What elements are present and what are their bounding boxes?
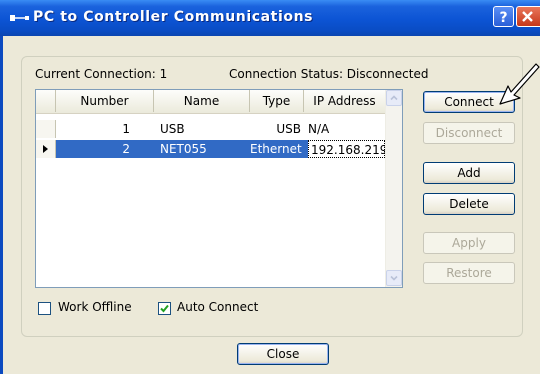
restore-button[interactable]: Restore (423, 262, 515, 284)
add-button[interactable]: Add (423, 162, 515, 184)
column-header-type[interactable]: Type (250, 90, 304, 112)
work-offline-checkbox[interactable] (38, 302, 51, 315)
cell-name: USB (160, 122, 185, 136)
scroll-up-button[interactable] (386, 90, 402, 106)
window-title: PC to Controller Communications (33, 9, 314, 25)
table-row-selected[interactable]: 2 NET055 Ethernet 192.168.219.55 (36, 140, 402, 158)
current-connection-label: Current Connection: 1 (35, 67, 168, 81)
delete-button[interactable]: Delete (423, 193, 515, 215)
work-offline-label[interactable]: Work Offline (58, 300, 132, 314)
cell-ip-address: N/A (308, 122, 330, 136)
current-row-indicator-icon (43, 145, 48, 153)
svg-text:?: ? (499, 10, 507, 26)
disconnect-button[interactable]: Disconnect (423, 122, 515, 144)
scroll-down-button[interactable] (386, 270, 402, 286)
connection-status-label: Connection Status: Disconnected (229, 67, 429, 81)
auto-connect-label[interactable]: Auto Connect (177, 300, 258, 314)
close-button[interactable]: Close (237, 343, 329, 365)
table-vertical-scrollbar[interactable] (385, 90, 402, 287)
cell-name: NET055 (160, 142, 207, 156)
cell-ip-address[interactable]: 192.168.219.55 (308, 140, 402, 158)
header-gutter (36, 90, 56, 112)
table-header: Number Name Type IP Address (36, 90, 385, 114)
apply-button[interactable]: Apply (423, 232, 515, 254)
dialog-window: PC to Controller Communications ? Curren… (0, 0, 540, 374)
cell-number: 2 (122, 142, 130, 156)
connections-table[interactable]: Number Name Type IP Address 1 USB USB N/… (35, 89, 403, 288)
pointer-arrow-icon (499, 63, 540, 105)
title-bar[interactable]: PC to Controller Communications ? (0, 0, 540, 36)
row-gutter (36, 120, 56, 138)
help-button[interactable]: ? (493, 6, 514, 27)
window-frame-left (0, 36, 3, 374)
close-icon (522, 11, 533, 22)
cell-type: USB (276, 122, 301, 136)
help-icon: ? (499, 10, 507, 26)
column-header-ip-address[interactable]: IP Address (304, 90, 385, 112)
chevron-down-icon (390, 275, 398, 281)
checkmark-icon (160, 304, 169, 313)
table-row[interactable]: 1 USB USB N/A (36, 120, 385, 138)
auto-connect-checkbox[interactable] (158, 302, 171, 315)
column-header-name[interactable]: Name (154, 90, 250, 112)
chevron-up-icon (390, 95, 398, 101)
connection-icon (10, 15, 29, 21)
row-gutter (36, 140, 56, 158)
cell-type: Ethernet (250, 142, 302, 156)
close-window-button[interactable] (516, 6, 540, 27)
column-header-number[interactable]: Number (56, 90, 154, 112)
cell-number: 1 (122, 122, 130, 136)
